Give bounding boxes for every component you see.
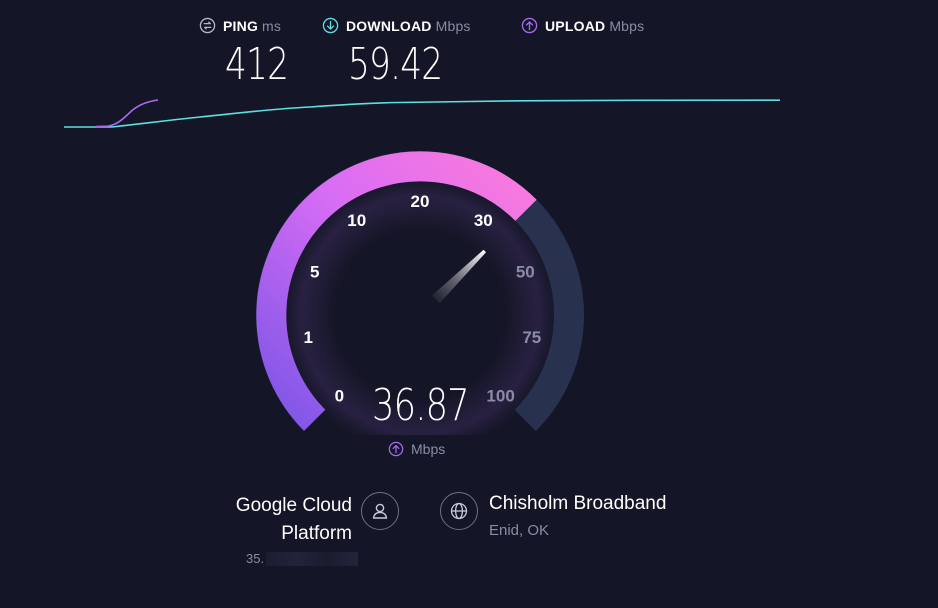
current-speed-unit-row: Mbps: [388, 441, 445, 457]
isp-name[interactable]: Chisholm Broadband: [489, 492, 666, 516]
current-speed-value: 36.87: [372, 380, 470, 431]
globe-icon[interactable]: [440, 492, 478, 530]
gauge-tick-5: 5: [310, 262, 319, 281]
speed-history-graph: [64, 99, 781, 128]
gauge-tick-20: 20: [411, 192, 430, 211]
host-ip-redacted: [266, 551, 359, 566]
gauge-tick-75: 75: [522, 328, 541, 347]
user-icon-glyph: [372, 503, 388, 519]
host-ip-prefix: 35.: [246, 551, 265, 566]
host-name-line2: Platform: [281, 523, 352, 544]
host-name[interactable]: Google Cloud Platform: [180, 492, 352, 548]
gauge-tick-10: 10: [347, 211, 366, 230]
host-ip: 35.: [246, 551, 359, 566]
gauge-tick-1: 1: [303, 328, 312, 347]
globe-icon-glyph: [450, 502, 468, 520]
current-speed-unit: Mbps: [411, 441, 446, 457]
download-history-line: [64, 99, 781, 128]
gauge-tick-100: 100: [486, 387, 514, 406]
gauge-tick-0: 0: [335, 387, 344, 406]
gauge-tick-50: 50: [516, 262, 535, 281]
gauge-tick-30: 30: [474, 211, 493, 230]
host-name-line1: Google Cloud: [235, 495, 352, 516]
isp-location: Enid, OK: [489, 522, 550, 539]
upload-icon: [388, 441, 404, 457]
user-icon[interactable]: [361, 492, 399, 530]
